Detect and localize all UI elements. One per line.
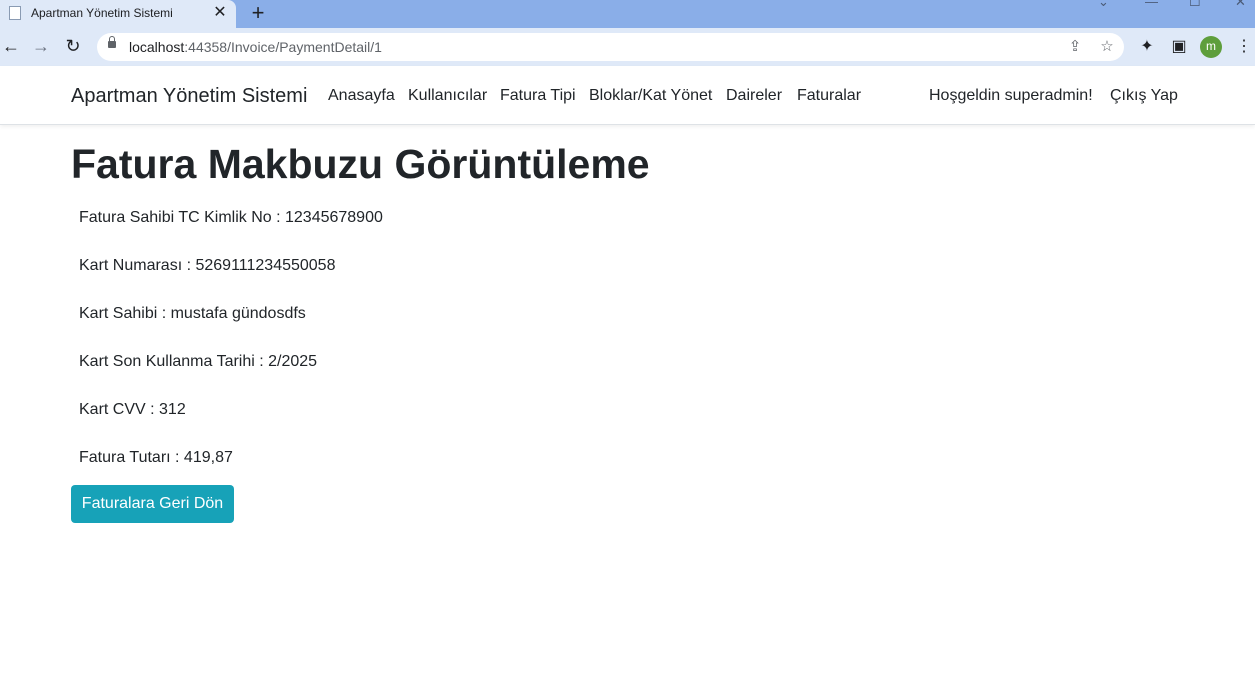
field-kart-sahibi: Kart Sahibi : mustafa gündosdfs	[79, 305, 306, 322]
logout-link[interactable]: Çıkış Yap	[1110, 87, 1178, 105]
url-text[interactable]: localhost:44358/Invoice/PaymentDetail/1	[129, 39, 382, 55]
field-tc-kimlik: Fatura Sahibi TC Kimlik No : 12345678900	[79, 209, 383, 226]
close-window-icon[interactable]: ✕	[1235, 0, 1246, 10]
browser-tab[interactable]: Apartman Yönetim Sistemi ✕	[0, 0, 236, 28]
minimize-icon[interactable]: —	[1145, 0, 1158, 9]
side-panel-icon[interactable]: ▣	[1169, 37, 1189, 57]
page-title: Fatura Makbuzu Görüntüleme	[71, 141, 650, 187]
back-arrow-icon[interactable]: ←	[0, 35, 22, 57]
nav-link-faturalar[interactable]: Faturalar	[797, 87, 861, 105]
new-tab-icon[interactable]: +	[248, 1, 268, 25]
close-tab-icon[interactable]: ✕	[212, 4, 228, 22]
nav-link-kullanicilar[interactable]: Kullanıcılar	[408, 87, 487, 105]
reload-icon[interactable]: ↻	[62, 35, 84, 57]
page-favicon-icon	[9, 6, 21, 20]
browser-toolbar: ← → ↻ localhost:44358/Invoice/PaymentDet…	[0, 28, 1255, 66]
kebab-menu-icon[interactable]: ⋮	[1236, 37, 1252, 57]
user-greeting[interactable]: Hoşgeldin superadmin!	[929, 87, 1093, 105]
tab-title: Apartman Yönetim Sistemi	[31, 6, 173, 20]
back-to-invoices-button[interactable]: Faturalara Geri Dön	[71, 485, 234, 523]
site-navbar: Apartman Yönetim Sistemi Anasayfa Kullan…	[0, 66, 1255, 125]
star-icon[interactable]: ☆	[1097, 37, 1117, 57]
field-son-kullanma: Kart Son Kullanma Tarihi : 2/2025	[79, 353, 318, 370]
share-icon[interactable]: ⇪	[1065, 37, 1085, 57]
lock-icon[interactable]	[108, 36, 116, 48]
address-bar[interactable]: localhost:44358/Invoice/PaymentDetail/1 …	[97, 33, 1124, 61]
field-kart-numarasi: Kart Numarası : 5269111234550058	[79, 257, 336, 274]
nav-link-fatura-tipi[interactable]: Fatura Tipi	[500, 87, 576, 105]
navbar-brand[interactable]: Apartman Yönetim Sistemi	[71, 85, 307, 108]
forward-arrow-icon[interactable]: →	[30, 35, 52, 57]
browser-tabstrip: Apartman Yönetim Sistemi ✕ + ⌄ — ☐ ✕	[0, 0, 1255, 28]
field-cvv: Kart CVV : 312	[79, 401, 186, 418]
maximize-icon[interactable]: ☐	[1189, 0, 1201, 10]
nav-link-anasayfa[interactable]: Anasayfa	[328, 87, 395, 105]
extensions-icon[interactable]: ✦	[1137, 37, 1157, 57]
nav-link-bloklar[interactable]: Bloklar/Kat Yönet	[589, 87, 712, 105]
profile-avatar[interactable]: m	[1200, 36, 1222, 58]
nav-link-daireler[interactable]: Daireler	[726, 87, 782, 105]
tab-search-icon[interactable]: ⌄	[1098, 0, 1109, 10]
field-fatura-tutari: Fatura Tutarı : 419,87	[79, 449, 233, 466]
